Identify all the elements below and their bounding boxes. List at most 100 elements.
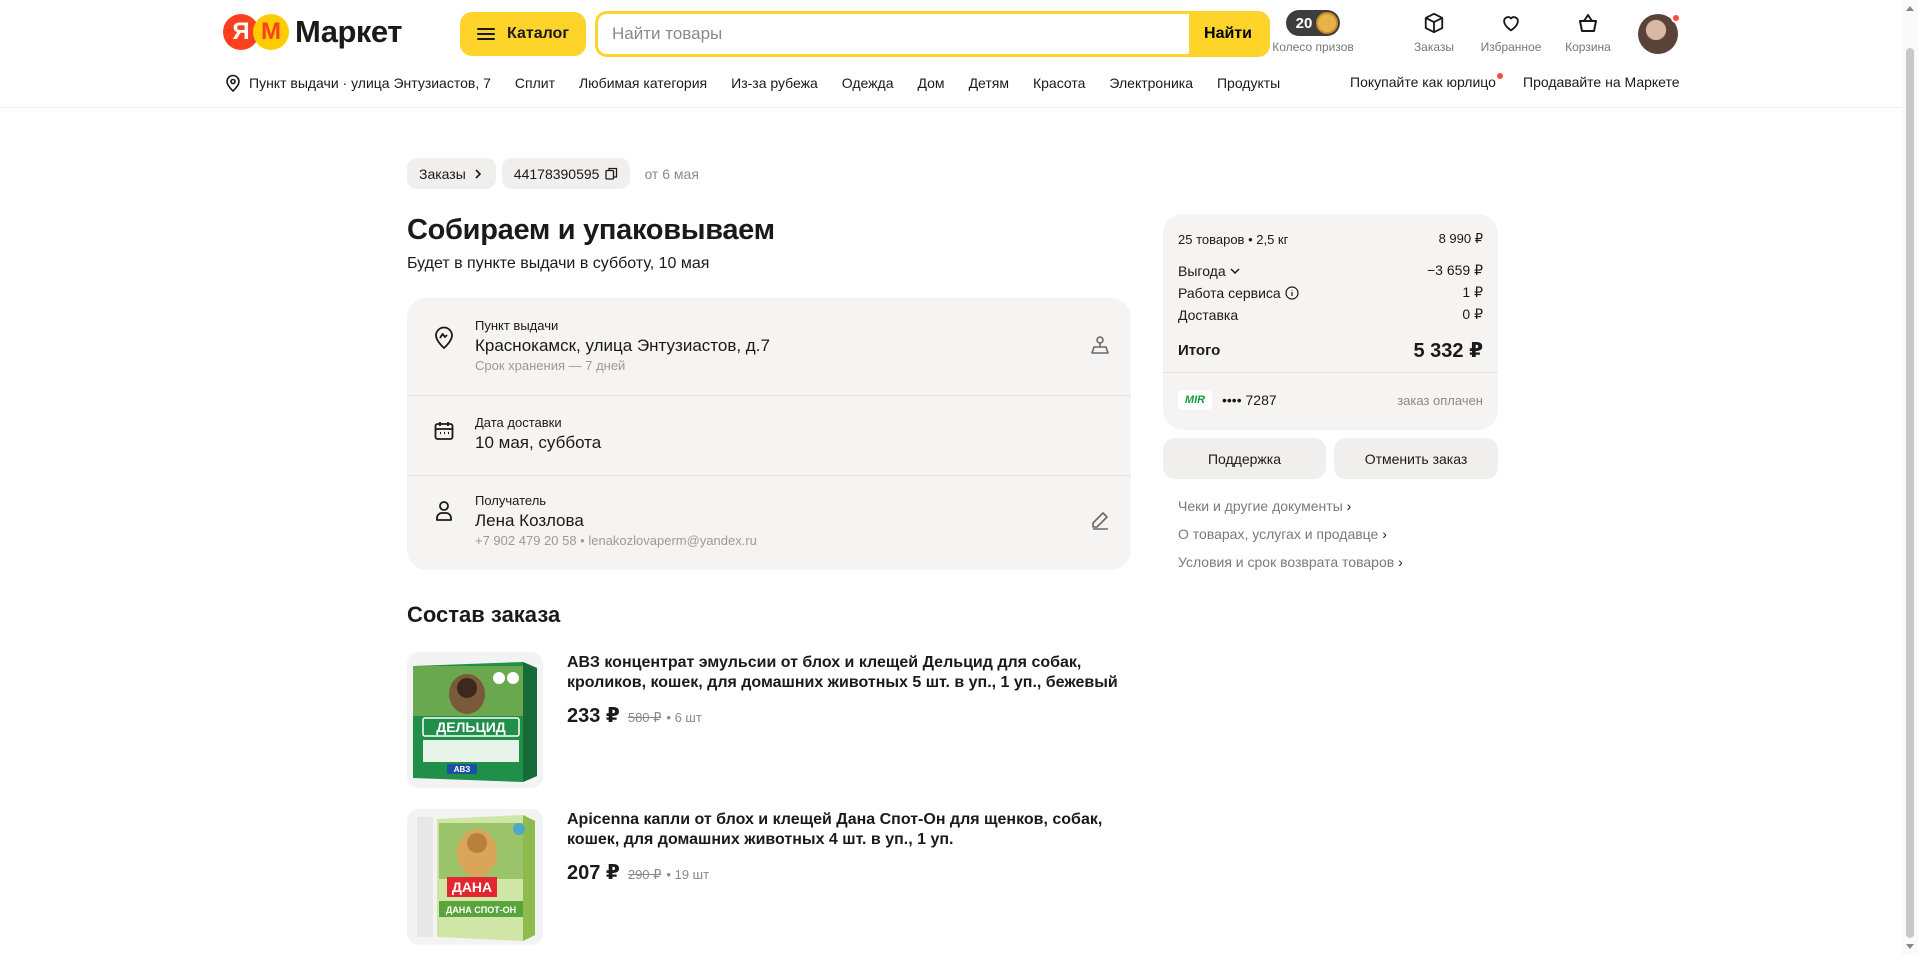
copy-icon: [605, 167, 618, 180]
nav-pickup-point[interactable]: Пункт выдачи · улица Энтузиастов, 7: [225, 74, 491, 92]
notification-dot: [1671, 13, 1681, 23]
summary-delivery-label: Доставка: [1178, 306, 1239, 323]
product-quantity: • 6 шт: [666, 710, 702, 725]
product-old-price: 290 ₽: [627, 867, 662, 882]
delcid-box-image: ДЕЛЬЦИД АВЗ: [407, 652, 543, 788]
calendar-icon: [434, 422, 454, 440]
scroll-up-arrow-icon[interactable]: [1906, 6, 1914, 11]
order-number: 44178390595: [513, 165, 600, 182]
nav-item-food[interactable]: Продукты: [1217, 75, 1280, 91]
delivery-date-value: 10 мая, суббота: [475, 433, 602, 452]
logo-m-badge: М: [253, 14, 289, 50]
cancel-order-button[interactable]: Отменить заказ: [1334, 438, 1498, 479]
returns-link[interactable]: Условия и срок возврата товаров ›: [1178, 554, 1403, 570]
nav-item-favorite-category[interactable]: Любимая категория: [579, 75, 707, 91]
product-image[interactable]: ДЕЛЬЦИД АВЗ: [407, 652, 543, 788]
product-box-label: ДЕЛЬЦИД: [436, 719, 505, 735]
search-button[interactable]: Найти: [1189, 14, 1267, 54]
business-label: Покупайте как юрлицо: [1350, 74, 1496, 90]
order-summary-card: 25 товаров • 2,5 кг 8 990 ₽ Выгода −3 65…: [1163, 214, 1498, 430]
page-scrollbar[interactable]: [1902, 0, 1918, 955]
cart-button[interactable]: Корзина: [1562, 10, 1614, 54]
favorites-label: Избранное: [1480, 40, 1542, 54]
nav-item-beauty[interactable]: Красота: [1033, 75, 1085, 91]
person-icon: [436, 501, 452, 521]
info-icon[interactable]: [1285, 285, 1299, 300]
scroll-thumb[interactable]: [1906, 48, 1914, 938]
search-input[interactable]: [598, 14, 1189, 54]
product-price: 233 ₽ 580 ₽ • 6 шт: [567, 703, 702, 728]
prize-wheel-button[interactable]: 20 Колесо призов: [1268, 10, 1358, 54]
product-name[interactable]: Apicenna капли от блох и клещей Дана Спо…: [567, 810, 1127, 850]
summary-items-value: 8 990 ₽: [1438, 231, 1483, 246]
prize-label: Колесо призов: [1272, 40, 1354, 54]
prize-count: 20: [1295, 14, 1313, 32]
breadcrumb-orders[interactable]: Заказы: [407, 158, 496, 189]
summary-delivery-value: 0 ₽: [1462, 306, 1483, 322]
nav-item-clothes[interactable]: Одежда: [842, 75, 894, 91]
orders-label: Заказы: [1413, 40, 1455, 54]
nav-item-abroad[interactable]: Из-за рубежа: [731, 75, 818, 91]
nav-item-electronics[interactable]: Электроника: [1109, 75, 1193, 91]
product-image[interactable]: ДАНА ДАНА СПОТ-ОН: [407, 809, 543, 945]
logo-text: Маркет: [295, 14, 402, 49]
business-link[interactable]: Покупайте как юрлицо: [1350, 73, 1503, 90]
cart-icon: [1576, 10, 1600, 36]
product-box-sublabel: ДАНА СПОТ-ОН: [446, 905, 516, 915]
edit-pencil-icon[interactable]: [1089, 509, 1111, 531]
product-item[interactable]: ДЕЛЬЦИД АВЗ АВЗ концентрат эмульсии от б…: [407, 652, 1131, 790]
chevron-right-icon: ›: [1398, 554, 1403, 570]
pickup-storage-note: Срок хранения — 7 дней: [475, 358, 626, 373]
chevron-down-icon: [1230, 267, 1240, 274]
nav-pickup-label: Пункт выдачи · улица Энтузиастов, 7: [249, 75, 491, 91]
nav-item-kids[interactable]: Детям: [969, 75, 1009, 91]
summary-benefit-label: Выгода: [1178, 262, 1226, 279]
product-price: 207 ₽ 290 ₽ • 19 шт: [567, 860, 709, 885]
location-pin-icon: [226, 74, 240, 92]
scroll-down-arrow-icon[interactable]: [1906, 944, 1914, 949]
chevron-right-icon: ›: [1382, 526, 1387, 542]
delivery-date-row: Дата доставки 10 мая, суббота: [407, 396, 1131, 475]
nav-item-home[interactable]: Дом: [918, 75, 945, 91]
box-icon: [1423, 10, 1445, 36]
product-current-price: 207 ₽: [567, 862, 620, 884]
cart-label: Корзина: [1565, 40, 1611, 54]
about-link[interactable]: О товарах, услугах и продавце ›: [1178, 526, 1387, 542]
category-nav: Пункт выдачи · улица Энтузиастов, 7 Спли…: [225, 74, 1304, 92]
catalog-label: Каталог: [507, 25, 569, 42]
recipient-row: Получатель Лена Козлова +7 902 479 20 58…: [407, 476, 1131, 570]
support-button[interactable]: Поддержка: [1163, 438, 1326, 479]
summary-benefit-value: −3 659 ₽: [1426, 262, 1483, 278]
sell-link[interactable]: Продавайте на Маркете: [1523, 74, 1680, 90]
header: Я М Маркет Каталог Найти 20 Колесо призо…: [0, 0, 1918, 108]
product-item[interactable]: ДАНА ДАНА СПОТ-ОН Apicenna капли от блох…: [407, 809, 1131, 947]
about-link-label: О товарах, услугах и продавце: [1178, 526, 1379, 542]
chevron-right-icon: ›: [1346, 498, 1352, 514]
orders-button[interactable]: Заказы: [1412, 10, 1456, 54]
product-name[interactable]: АВЗ концентрат эмульсии от блох и клещей…: [567, 653, 1127, 693]
recipient-label: Получатель: [475, 493, 547, 508]
prize-counter: 20: [1285, 10, 1341, 36]
catalog-button[interactable]: Каталог: [460, 12, 586, 56]
summary-divider: [1163, 372, 1498, 373]
pickup-address: Краснокамск, улица Энтузиастов, д.7: [475, 336, 770, 355]
mir-card-icon: MIR: [1178, 390, 1212, 410]
nav-item-split[interactable]: Сплит: [515, 75, 555, 91]
receipts-link-label: Чеки и другие документы: [1178, 498, 1343, 514]
dana-box-image: ДАНА ДАНА СПОТ-ОН: [407, 809, 543, 945]
recipient-contacts: +7 902 479 20 58 • lenakozlovaperm@yande…: [475, 533, 757, 548]
pickup-pin-icon: [435, 326, 453, 350]
map-route-icon[interactable]: [1089, 333, 1111, 355]
summary-service-label: Работа сервиса: [1178, 284, 1281, 301]
summary-service-value: 1 ₽: [1462, 284, 1483, 300]
receipts-link[interactable]: Чеки и другие документы ›: [1178, 498, 1351, 514]
summary-total-value: 5 332 ₽: [1413, 340, 1483, 362]
yandex-market-logo[interactable]: Я М Маркет: [223, 14, 402, 50]
summary-items-row: 25 товаров • 2,5 кг 8 990 ₽: [1178, 231, 1483, 247]
payment-status: заказ оплачен: [1397, 392, 1483, 408]
order-number-chip[interactable]: 44178390595: [501, 158, 631, 189]
order-status-title: Собираем и упаковываем: [407, 214, 775, 246]
favorites-button[interactable]: Избранное: [1476, 10, 1546, 54]
product-current-price: 233 ₽: [567, 705, 620, 727]
summary-benefit-row[interactable]: Выгода −3 659 ₽: [1178, 262, 1483, 279]
